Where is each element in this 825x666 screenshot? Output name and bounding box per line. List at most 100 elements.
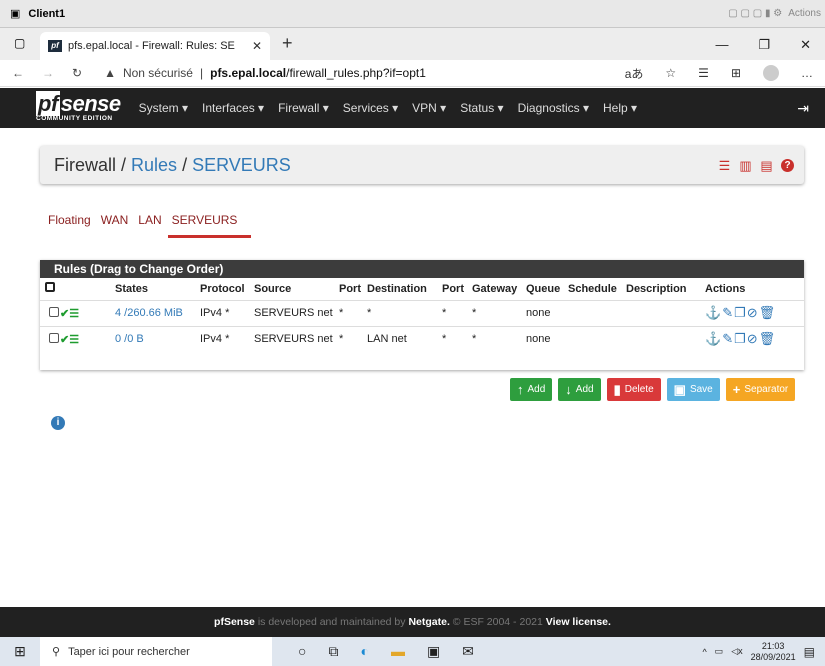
profile-avatar[interactable]	[763, 65, 779, 81]
rule-protocol: IPv4 *	[200, 299, 254, 326]
trash-icon: ▮	[613, 381, 621, 397]
nav-vpn[interactable]: VPN ▾	[412, 101, 446, 115]
rule-states[interactable]: 0 /0 B	[115, 325, 200, 352]
rule-dest-port: *	[442, 325, 472, 352]
save-button[interactable]: ▣ Save	[666, 378, 720, 401]
tray-chevron-icon[interactable]: ^	[702, 647, 706, 657]
col-states[interactable]: States	[115, 278, 200, 300]
breadcrumb-root: Firewall	[54, 154, 117, 175]
pass-icon[interactable]: ✔☰	[60, 334, 79, 346]
forward-icon[interactable]: →	[42, 66, 54, 80]
list-icon[interactable]: ▤	[760, 159, 773, 172]
taskbar-search[interactable]: ⚲ Taper ici pour rechercher	[40, 637, 272, 666]
tab-wan[interactable]: WAN	[101, 213, 129, 227]
vm-actions-label[interactable]: Actions	[788, 8, 821, 19]
copy-icon[interactable]: ❐	[734, 305, 747, 320]
mail-icon[interactable]: ✉	[462, 643, 474, 660]
logout-icon[interactable]: ⇥	[797, 100, 809, 117]
edit-icon[interactable]: ✎	[722, 331, 734, 346]
new-tab-icon[interactable]: +	[282, 33, 293, 54]
info-icon[interactable]: i	[51, 416, 65, 430]
netgate-link[interactable]: Netgate.	[408, 616, 449, 628]
col-protocol[interactable]: Protocol	[200, 278, 254, 300]
anchor-icon[interactable]: ⚓	[705, 305, 722, 320]
tab-serveurs[interactable]: SERVEURS	[167, 213, 252, 238]
table-row[interactable]: ✔☰ 4 /260.66 MiB IPv4 * SERVEURS net * *…	[40, 299, 804, 326]
nav-firewall[interactable]: Firewall ▾	[278, 101, 329, 115]
rule-gateway: *	[472, 325, 526, 352]
vm-toolbar-icons[interactable]: ▢ ▢ ▢ ▮ ⚙	[728, 8, 782, 19]
back-icon[interactable]: ←	[12, 66, 24, 80]
arrow-down-icon: ↓	[565, 382, 572, 397]
nav-diagnostics[interactable]: Diagnostics ▾	[518, 101, 589, 115]
rule-schedule	[568, 325, 626, 352]
favorite-icon[interactable]: ☆	[665, 66, 676, 80]
more-menu-icon[interactable]: …	[801, 66, 813, 80]
store-icon[interactable]: ▣	[427, 643, 440, 660]
tab-lan[interactable]: LAN	[138, 213, 161, 227]
clock[interactable]: 21:03 28/09/2021	[751, 641, 796, 663]
nav-help[interactable]: Help ▾	[603, 101, 637, 115]
delete-button[interactable]: ▮ Delete	[606, 378, 661, 401]
col-destination[interactable]: Destination	[367, 278, 442, 300]
minimize-icon[interactable]: —	[715, 37, 728, 53]
help-icon[interactable]: ?	[781, 158, 794, 172]
add-top-button[interactable]: ↑ Add	[510, 378, 553, 401]
nav-system[interactable]: System ▾	[139, 101, 188, 115]
col-source-port[interactable]: Port	[339, 278, 367, 300]
disable-icon[interactable]: ⊘	[747, 331, 759, 346]
table-row[interactable]: ✔☰ 0 /0 B IPv4 * SERVEURS net * LAN net …	[40, 325, 804, 352]
rule-queue: none	[526, 325, 568, 352]
close-window-icon[interactable]: ✕	[800, 37, 811, 53]
favorites-list-icon[interactable]: ☰	[698, 66, 709, 80]
tab-floating[interactable]: Floating	[48, 213, 91, 227]
col-gateway[interactable]: Gateway	[472, 278, 526, 300]
restore-icon[interactable]: ❐	[758, 37, 770, 53]
col-dest-port[interactable]: Port	[442, 278, 472, 300]
nav-status[interactable]: Status ▾	[460, 101, 503, 115]
copy-icon[interactable]: ❐	[734, 331, 747, 346]
chart-icon[interactable]: ▥	[739, 159, 752, 172]
file-explorer-icon[interactable]: ▬	[391, 643, 405, 660]
breadcrumb-current[interactable]: SERVEURS	[192, 155, 291, 176]
breadcrumb-rules-link[interactable]: Rules	[131, 155, 177, 176]
browser-tab[interactable]: pf pfs.epal.local - Firewall: Rules: SE …	[40, 32, 270, 60]
filter-settings-icon[interactable]: ☰	[718, 159, 731, 172]
separator-button[interactable]: + Separator	[725, 378, 796, 401]
col-schedule[interactable]: Schedule	[568, 278, 626, 300]
refresh-icon[interactable]: ↻	[72, 66, 82, 80]
delete-icon[interactable]: 🗑	[759, 331, 777, 346]
row-checkbox[interactable]	[49, 332, 59, 343]
row-checkbox[interactable]	[49, 306, 59, 317]
anchor-icon[interactable]: ⚓	[705, 331, 722, 346]
col-description[interactable]: Description	[626, 278, 705, 300]
col-queue[interactable]: Queue	[526, 278, 568, 300]
view-license-link[interactable]: View license.	[546, 616, 611, 628]
select-all-checkbox[interactable]	[45, 282, 55, 293]
task-view-icon[interactable]: ⧉	[328, 643, 338, 660]
collections-icon[interactable]: ⊞	[731, 66, 741, 80]
plus-icon: +	[732, 382, 741, 397]
nav-interfaces[interactable]: Interfaces ▾	[202, 101, 264, 115]
col-source[interactable]: Source	[254, 278, 339, 300]
disable-icon[interactable]: ⊘	[747, 305, 759, 320]
network-icon[interactable]: ▭	[715, 646, 724, 657]
pass-icon[interactable]: ✔☰	[60, 308, 79, 320]
cortana-icon[interactable]: ○	[298, 643, 306, 660]
tab-title: pfs.epal.local - Firewall: Rules: SE	[68, 40, 235, 52]
notifications-icon[interactable]: ▤	[804, 645, 815, 659]
close-tab-icon[interactable]: ✕	[252, 39, 262, 53]
tab-actions-icon[interactable]: ▢	[14, 36, 25, 50]
url-host: pfs.epal.local	[210, 66, 287, 80]
edit-icon[interactable]: ✎	[722, 305, 734, 320]
url-field[interactable]: ▲ Non sécurisé | pfs.epal.local/firewall…	[104, 66, 426, 80]
volume-icon[interactable]: ◁x	[731, 646, 742, 657]
edge-icon[interactable]: ◐	[360, 643, 368, 660]
delete-icon[interactable]: 🗑	[759, 305, 777, 320]
read-aloud-icon[interactable]: aあ	[625, 65, 644, 82]
rule-states[interactable]: 4 /260.66 MiB	[115, 299, 200, 326]
add-bottom-button[interactable]: ↓ Add	[558, 378, 601, 401]
windows-start-icon[interactable]: ⊞	[0, 643, 40, 660]
nav-services[interactable]: Services ▾	[343, 101, 398, 115]
pfsense-logo[interactable]: pf sense COMMUNITY EDITION	[36, 91, 121, 123]
